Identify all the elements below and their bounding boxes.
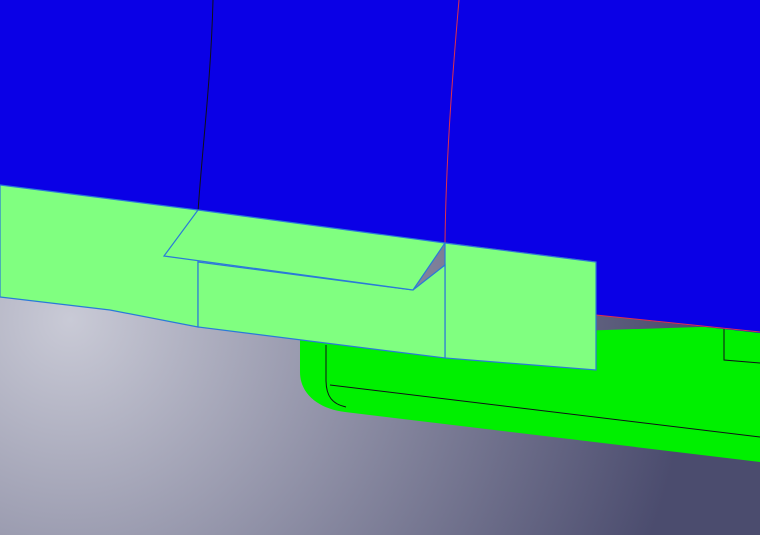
cad-3d-viewport[interactable] [0, 0, 760, 535]
pale-green-side-plate[interactable] [444, 242, 597, 371]
model-canvas[interactable] [0, 0, 760, 535]
